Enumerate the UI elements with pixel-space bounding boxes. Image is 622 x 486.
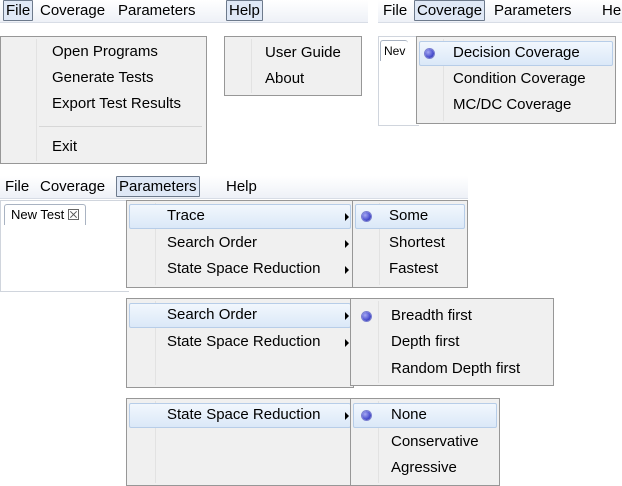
submenu-arrow-icon	[345, 240, 349, 248]
menu-item-user-guide[interactable]: User Guide	[265, 41, 341, 65]
menu-parameters-3[interactable]: Parameters	[116, 176, 200, 197]
menu-item-state-space-reduction-3[interactable]: State Space Reduction	[167, 403, 320, 427]
tab-new-test[interactable]: New Test	[4, 204, 87, 225]
menubar-top-right: File Coverage Parameters Help	[378, 0, 622, 23]
menu-help[interactable]: Help	[226, 0, 263, 21]
parameters-menu-popup: Trace Search Order State Space Reduction	[126, 200, 354, 288]
menu-item-mcdc-coverage[interactable]: MC/DC Coverage	[453, 93, 571, 117]
menu-item-agressive[interactable]: Agressive	[391, 456, 457, 480]
trace-submenu-popup: Some Shortest Fastest	[352, 200, 468, 288]
tab-new-test-truncated[interactable]: Nev	[380, 40, 409, 61]
radio-selected-icon	[362, 411, 371, 420]
coverage-menu-popup: Decision Coverage Condition Coverage MC/…	[416, 36, 616, 124]
help-menu-popup: User Guide About	[224, 36, 362, 96]
file-menu-gutter	[1, 37, 25, 163]
submenu-arrow-icon	[345, 412, 349, 420]
menu-item-fastest[interactable]: Fastest	[389, 257, 438, 281]
parameters-menu-popup-2: Search Order State Space Reduction	[126, 298, 354, 388]
file-menu-popup: Open Programs Generate Tests Export Test…	[0, 36, 207, 164]
menu-item-export-test-results[interactable]: Export Test Results	[52, 92, 181, 116]
menu-parameters[interactable]: Parameters	[116, 1, 198, 20]
help-menu-gutter-line	[251, 39, 252, 93]
menu-help-2[interactable]: Help	[600, 1, 622, 20]
radio-selected-icon	[425, 49, 434, 58]
menu-item-state-space-reduction-2[interactable]: State Space Reduction	[167, 330, 320, 354]
radio-selected-icon	[362, 312, 371, 321]
menu-parameters-2[interactable]: Parameters	[492, 1, 574, 20]
menu-item-depth-first[interactable]: Depth first	[391, 330, 459, 354]
search-order-submenu-gutter-line	[378, 301, 379, 383]
menu-item-conservative[interactable]: Conservative	[391, 430, 479, 454]
menu-item-exit[interactable]: Exit	[52, 135, 77, 159]
menu-file[interactable]: File	[3, 0, 34, 21]
menu-item-breadth-first[interactable]: Breadth first	[391, 304, 472, 328]
submenu-arrow-icon	[345, 266, 349, 274]
menu-item-some[interactable]: Some	[389, 204, 428, 228]
tab-new-test-label: New Test	[11, 207, 65, 222]
parameters-menu-popup-3: State Space Reduction	[126, 398, 354, 486]
menu-item-open-programs[interactable]: Open Programs	[52, 40, 158, 64]
menu-item-shortest[interactable]: Shortest	[389, 231, 445, 255]
submenu-arrow-icon	[345, 339, 349, 347]
menu-item-search-order[interactable]: Search Order	[167, 231, 257, 255]
menu-help-3[interactable]: Help	[224, 177, 259, 196]
submenu-arrow-icon	[345, 213, 349, 221]
menubar-middle: File Coverage Parameters Help	[0, 176, 468, 199]
file-menu-gutter-line	[36, 39, 37, 161]
file-menu-separator	[39, 126, 202, 127]
menu-coverage-2[interactable]: Coverage	[414, 0, 486, 21]
menu-item-state-space-reduction[interactable]: State Space Reduction	[167, 257, 320, 281]
menu-coverage-3[interactable]: Coverage	[38, 177, 107, 196]
menu-item-decision-coverage[interactable]: Decision Coverage	[453, 41, 580, 65]
menu-item-condition-coverage[interactable]: Condition Coverage	[453, 67, 586, 91]
tab-close-icon[interactable]	[68, 209, 80, 220]
parameters-highlight	[129, 204, 351, 229]
menu-coverage[interactable]: Coverage	[38, 1, 107, 20]
submenu-arrow-icon	[345, 312, 349, 320]
menu-file-2[interactable]: File	[381, 1, 409, 20]
menu-item-trace[interactable]: Trace	[167, 204, 205, 228]
menu-item-about[interactable]: About	[265, 67, 304, 91]
menu-item-search-order-2[interactable]: Search Order	[167, 303, 257, 327]
menu-file-3[interactable]: File	[3, 177, 31, 196]
menubar-top-left: File Coverage Parameters Help	[0, 0, 368, 23]
menu-item-none[interactable]: None	[391, 403, 427, 427]
state-space-submenu-popup: None Conservative Agressive	[350, 398, 500, 486]
radio-selected-icon	[362, 212, 371, 221]
menu-item-random-depth-first[interactable]: Random Depth first	[391, 357, 520, 381]
search-order-submenu-popup: Breadth first Depth first Random Depth f…	[350, 298, 554, 386]
menu-item-generate-tests[interactable]: Generate Tests	[52, 66, 153, 90]
